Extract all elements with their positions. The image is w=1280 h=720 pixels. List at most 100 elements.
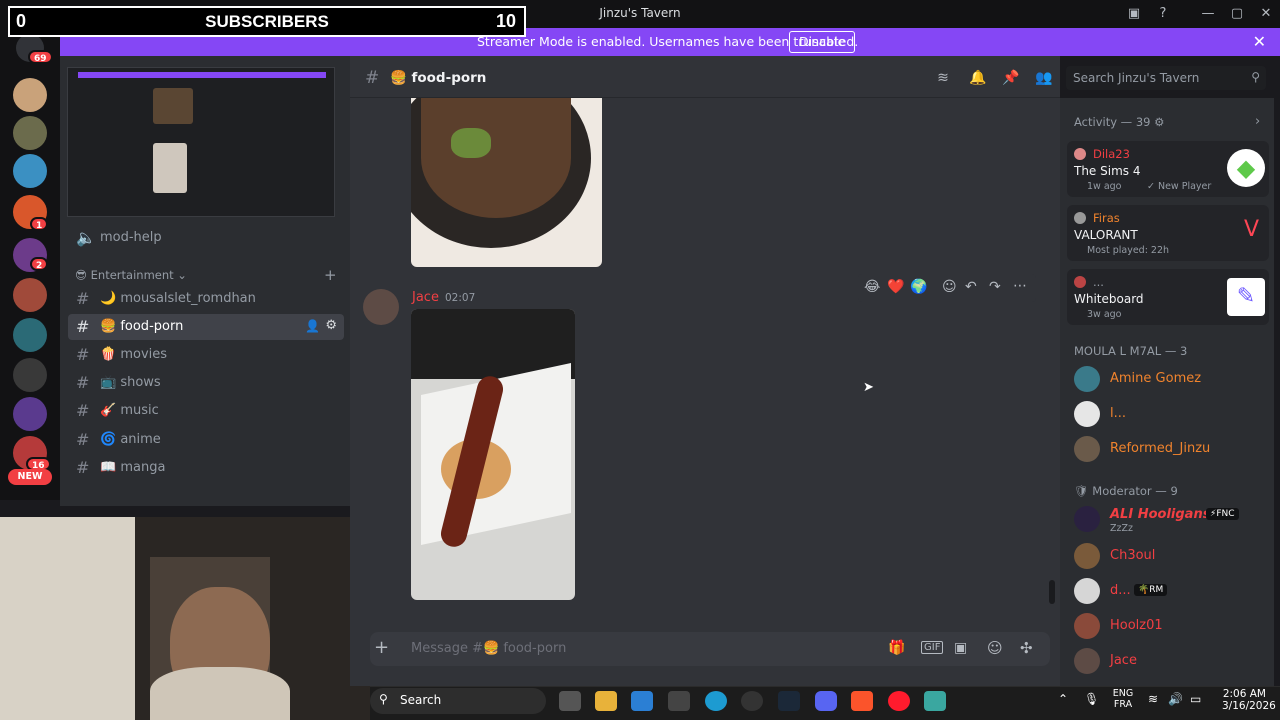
discord-icon[interactable] <box>815 691 837 711</box>
member-item[interactable]: Ch3oul <box>1074 543 1264 575</box>
member-item[interactable]: Amine Gomez <box>1074 366 1264 398</box>
hash-icon: # <box>76 430 90 449</box>
chevron-right-icon[interactable]: › <box>1255 114 1260 129</box>
avatar <box>1074 648 1100 674</box>
avatar[interactable] <box>363 289 399 325</box>
member-name: Ch3oul <box>1110 548 1156 563</box>
message-author[interactable]: Jace <box>412 290 439 305</box>
steam-icon[interactable] <box>778 691 800 711</box>
channel-manga[interactable]: # 📖 manga <box>68 455 344 481</box>
category-entertainment[interactable]: 😎 Entertainment ⌄ <box>75 268 187 282</box>
mention-badge: 2 <box>30 257 49 271</box>
member-tag: 🌴RM <box>1134 584 1168 596</box>
server-icon[interactable] <box>13 318 47 352</box>
emoji-icon[interactable]: ☺ <box>987 639 1003 657</box>
food-image-attachment[interactable] <box>411 98 602 267</box>
stream-preview[interactable] <box>67 67 335 217</box>
server-icon[interactable] <box>13 358 47 392</box>
member-item[interactable]: Hoolz01 <box>1074 613 1264 645</box>
channel-label: 📖 manga <box>100 460 166 475</box>
volume-icon[interactable]: 🔊 <box>1168 692 1183 706</box>
reply-icon[interactable]: ↶ <box>965 279 977 295</box>
message-timestamp: 02:07 <box>445 292 476 304</box>
edge-icon[interactable] <box>705 691 727 711</box>
opera-icon[interactable] <box>888 691 910 711</box>
activity-user: Dila23 <box>1093 147 1130 161</box>
channel-label: 📺 shows <box>100 375 161 390</box>
sticker-icon[interactable]: ▣ <box>954 640 967 656</box>
app-icon[interactable] <box>668 691 690 711</box>
microphone-icon[interactable]: 🎙 <box>1084 692 1099 706</box>
category-label: Entertainment <box>90 268 174 282</box>
store-icon[interactable] <box>631 691 653 711</box>
taskbar-search[interactable]: ⚲ Search <box>370 688 546 714</box>
new-badge[interactable]: NEW <box>8 469 52 485</box>
pin-icon[interactable]: 📌 <box>1002 70 1019 86</box>
more-options-icon[interactable]: ⋯ <box>1013 278 1027 294</box>
search-input[interactable]: Search Jinzu's Tavern ⚲ <box>1066 66 1266 90</box>
close-banner-icon[interactable]: ✕ <box>1253 32 1266 51</box>
threads-icon[interactable]: ≋ <box>935 70 951 86</box>
server-icon[interactable] <box>13 78 47 112</box>
channel-anime[interactable]: # 🌀 anime <box>68 427 344 453</box>
channel-music[interactable]: # 🎸 music <box>68 398 344 424</box>
add-attachment-icon[interactable]: + <box>374 637 389 658</box>
app-icon[interactable] <box>741 691 763 711</box>
language-indicator[interactable]: ENG FRA <box>1112 688 1134 710</box>
reaction-heart-icon[interactable]: ❤️ <box>887 279 904 295</box>
server-icon[interactable] <box>13 116 47 150</box>
member-name: l... <box>1110 406 1127 421</box>
invite-icon[interactable]: 👤 <box>305 319 320 333</box>
gear-icon[interactable]: ⚙ <box>325 318 337 333</box>
battery-icon[interactable]: ▭ <box>1190 692 1201 706</box>
app-icon[interactable] <box>924 691 946 711</box>
channel-label: 🎸 music <box>100 403 159 418</box>
hotdog-image-attachment[interactable] <box>411 309 575 600</box>
channel-food-porn[interactable]: # 🍔 food-porn 👤 ⚙ <box>68 314 344 340</box>
member-item[interactable]: Reformed_Jinzu <box>1074 436 1264 468</box>
channel-shows[interactable]: # 📺 shows <box>68 370 344 396</box>
member-item[interactable]: Jace <box>1074 648 1264 680</box>
member-list-icon[interactable]: 👥 <box>1035 70 1052 86</box>
channel-mod-help[interactable]: 🔈 mod-help <box>68 225 344 251</box>
activity-card[interactable]: Dila23 The Sims 4 1w ago ✓ New Player ◆ <box>1067 141 1269 197</box>
apps-icon[interactable]: ✣ <box>1020 639 1033 657</box>
gift-icon[interactable]: 🎁 <box>888 640 905 656</box>
chevron-up-icon[interactable]: ⌃ <box>1058 692 1068 706</box>
channel-movies[interactable]: # 🍿 movies <box>68 342 344 368</box>
close-window-icon[interactable]: ✕ <box>1252 4 1280 24</box>
gear-icon[interactable]: ⚙ <box>1154 115 1164 129</box>
gif-icon[interactable]: GIF <box>921 641 944 654</box>
disable-streamer-mode-button[interactable]: Disable <box>789 31 856 53</box>
inbox-icon[interactable]: ▣ <box>1120 4 1148 24</box>
forward-icon[interactable]: ↷ <box>989 279 1001 295</box>
channel-mousalslet-romdhan[interactable]: # 🌙 mousalslet_romdhan <box>68 286 344 312</box>
activity-card[interactable]: Firas VALORANT Most played: 22h V <box>1067 205 1269 261</box>
member-item[interactable]: d... 🌴RM <box>1074 578 1264 610</box>
system-clock[interactable]: 2:06 AM 3/16/2026 <box>1222 688 1276 712</box>
scrollbar[interactable] <box>1049 580 1055 604</box>
add-reaction-icon[interactable]: ☺ <box>942 279 957 295</box>
server-icon[interactable] <box>13 397 47 431</box>
reaction-globe-icon[interactable]: 🌍 <box>910 279 927 295</box>
reaction-laugh-icon[interactable]: 😂 <box>864 279 880 295</box>
brave-icon[interactable] <box>851 691 873 711</box>
wifi-icon[interactable]: ≋ <box>1148 692 1158 706</box>
add-channel-icon[interactable]: + <box>324 266 337 284</box>
member-item[interactable]: l... <box>1074 401 1264 433</box>
help-icon[interactable]: ? <box>1149 4 1177 24</box>
message-composer[interactable]: + Message #🍔 food-porn 🎁 GIF ▣ ☺ ✣ <box>370 632 1050 666</box>
minimize-icon[interactable]: — <box>1194 4 1222 24</box>
member-item[interactable]: ALI Hooligans ⚡FNC ZzZz <box>1074 506 1264 536</box>
task-view-icon[interactable] <box>559 691 581 711</box>
file-explorer-icon[interactable] <box>595 691 617 711</box>
mouse-cursor: ➤ <box>863 380 874 395</box>
clock-date: 3/16/2026 <box>1222 700 1276 712</box>
subscribers-label: SUBSCRIBERS <box>205 12 329 31</box>
notification-bell-icon[interactable]: 🔔 <box>969 70 986 86</box>
server-icon[interactable] <box>13 154 47 188</box>
activity-card[interactable]: ... Whiteboard 3w ago ✎ <box>1067 269 1269 325</box>
server-icon[interactable] <box>13 278 47 312</box>
hash-icon: # <box>76 289 90 308</box>
maximize-icon[interactable]: ▢ <box>1223 4 1251 24</box>
